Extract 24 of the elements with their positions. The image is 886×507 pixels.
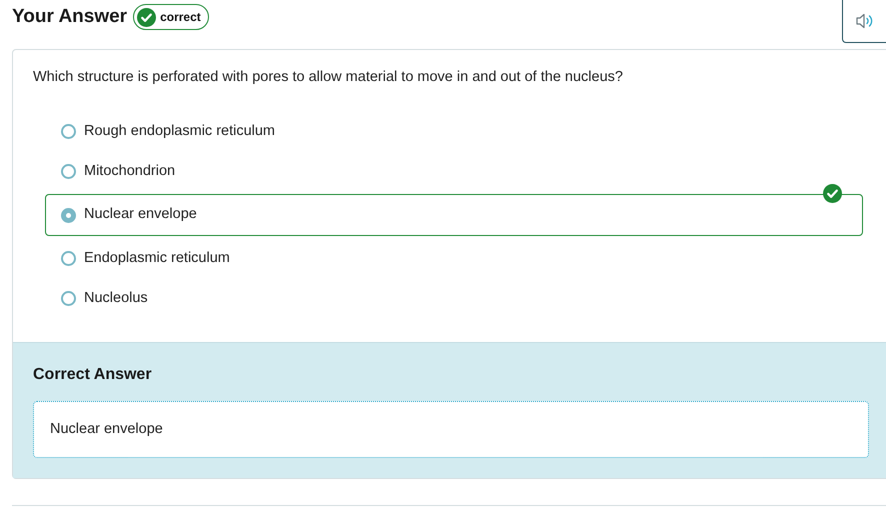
radio-button[interactable]: [61, 164, 76, 179]
audio-button[interactable]: [842, 0, 886, 43]
option-label: Mitochondrion: [84, 162, 176, 181]
radio-button[interactable]: [61, 251, 76, 266]
answer-option[interactable]: Rough endoplasmic reticulum: [45, 114, 863, 149]
status-badge: correct: [133, 4, 209, 30]
correct-answer-title: Correct Answer: [33, 365, 153, 385]
answer-option[interactable]: Nuclear envelope: [45, 194, 863, 236]
option-label: Rough endoplasmic reticulum: [84, 122, 276, 141]
correct-check-icon: [823, 184, 842, 203]
check-icon: [137, 8, 156, 27]
option-label: Endoplasmic reticulum: [84, 248, 230, 268]
correct-answer-text: Nuclear envelope: [50, 420, 163, 439]
section-heading: Your Answer: [12, 5, 128, 29]
answer-option[interactable]: Mitochondrion: [45, 154, 863, 189]
question-text: Which structure is perforated with pores to allow material to move in and out of the nucleus?: [32, 68, 624, 86]
answer-option[interactable]: Endoplasmic reticulum: [45, 241, 863, 276]
speaker-icon: [856, 13, 874, 29]
radio-button[interactable]: [61, 291, 76, 306]
radio-button[interactable]: [61, 208, 76, 222]
option-label: Nucleolus: [84, 288, 148, 308]
option-label: Nuclear envelope: [84, 205, 197, 224]
answer-option[interactable]: Nucleolus: [45, 281, 863, 316]
radio-button[interactable]: [61, 124, 76, 139]
